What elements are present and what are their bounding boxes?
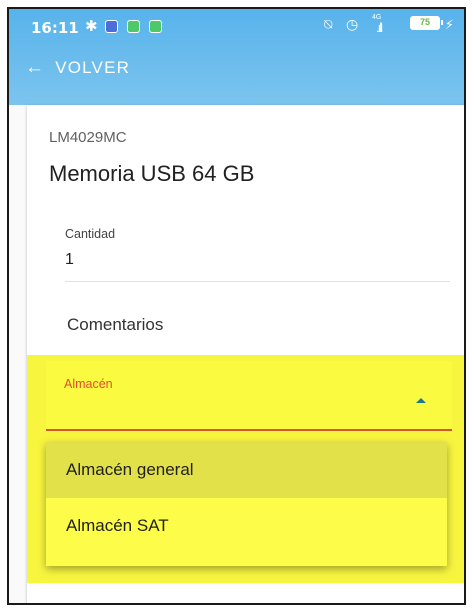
- app-icon: [127, 20, 140, 33]
- mute-icon: ⍉: [324, 16, 333, 32]
- charging-icon: ⚡: [444, 17, 454, 32]
- battery-icon: 75: [410, 16, 443, 30]
- signal-icon: .ıll: [376, 20, 383, 35]
- warehouse-options-menu: Almacén general Almacén SAT: [46, 442, 447, 566]
- option-almacen-sat[interactable]: Almacén SAT: [46, 498, 447, 554]
- quantity-field[interactable]: Cantidad 1: [65, 217, 450, 282]
- back-button[interactable]: ← VOLVER: [25, 57, 130, 79]
- warehouse-select[interactable]: Almacén: [46, 361, 452, 431]
- option-almacen-general[interactable]: Almacén general: [46, 442, 447, 498]
- product-name: Memoria USB 64 GB: [49, 161, 255, 186]
- bluetooth-icon: ✱: [85, 18, 98, 35]
- quantity-label: Cantidad: [65, 227, 116, 241]
- app-icon: [105, 20, 118, 33]
- comments-field[interactable]: Comentarios: [67, 315, 163, 335]
- status-right: ⍉ ◷ 4G .ıll 75 ⚡: [324, 14, 454, 38]
- arrow-left-icon: ←: [25, 57, 46, 78]
- status-time: 16:11: [31, 19, 79, 37]
- quantity-value[interactable]: 1: [65, 251, 74, 269]
- status-bar: 16:11 ✱ ⍉ ◷ 4G .ıll 75 ⚡: [9, 9, 464, 47]
- product-code: LM4029MC: [49, 129, 127, 146]
- caret-up-icon[interactable]: [416, 398, 426, 403]
- alarm-icon: ◷: [346, 16, 359, 32]
- warehouse-label: Almacén: [64, 377, 113, 391]
- app-bar: 16:11 ✱ ⍉ ◷ 4G .ıll 75 ⚡ ← VOLVER: [9, 9, 464, 105]
- back-label: VOLVER: [55, 58, 131, 77]
- app-icon: [149, 20, 162, 33]
